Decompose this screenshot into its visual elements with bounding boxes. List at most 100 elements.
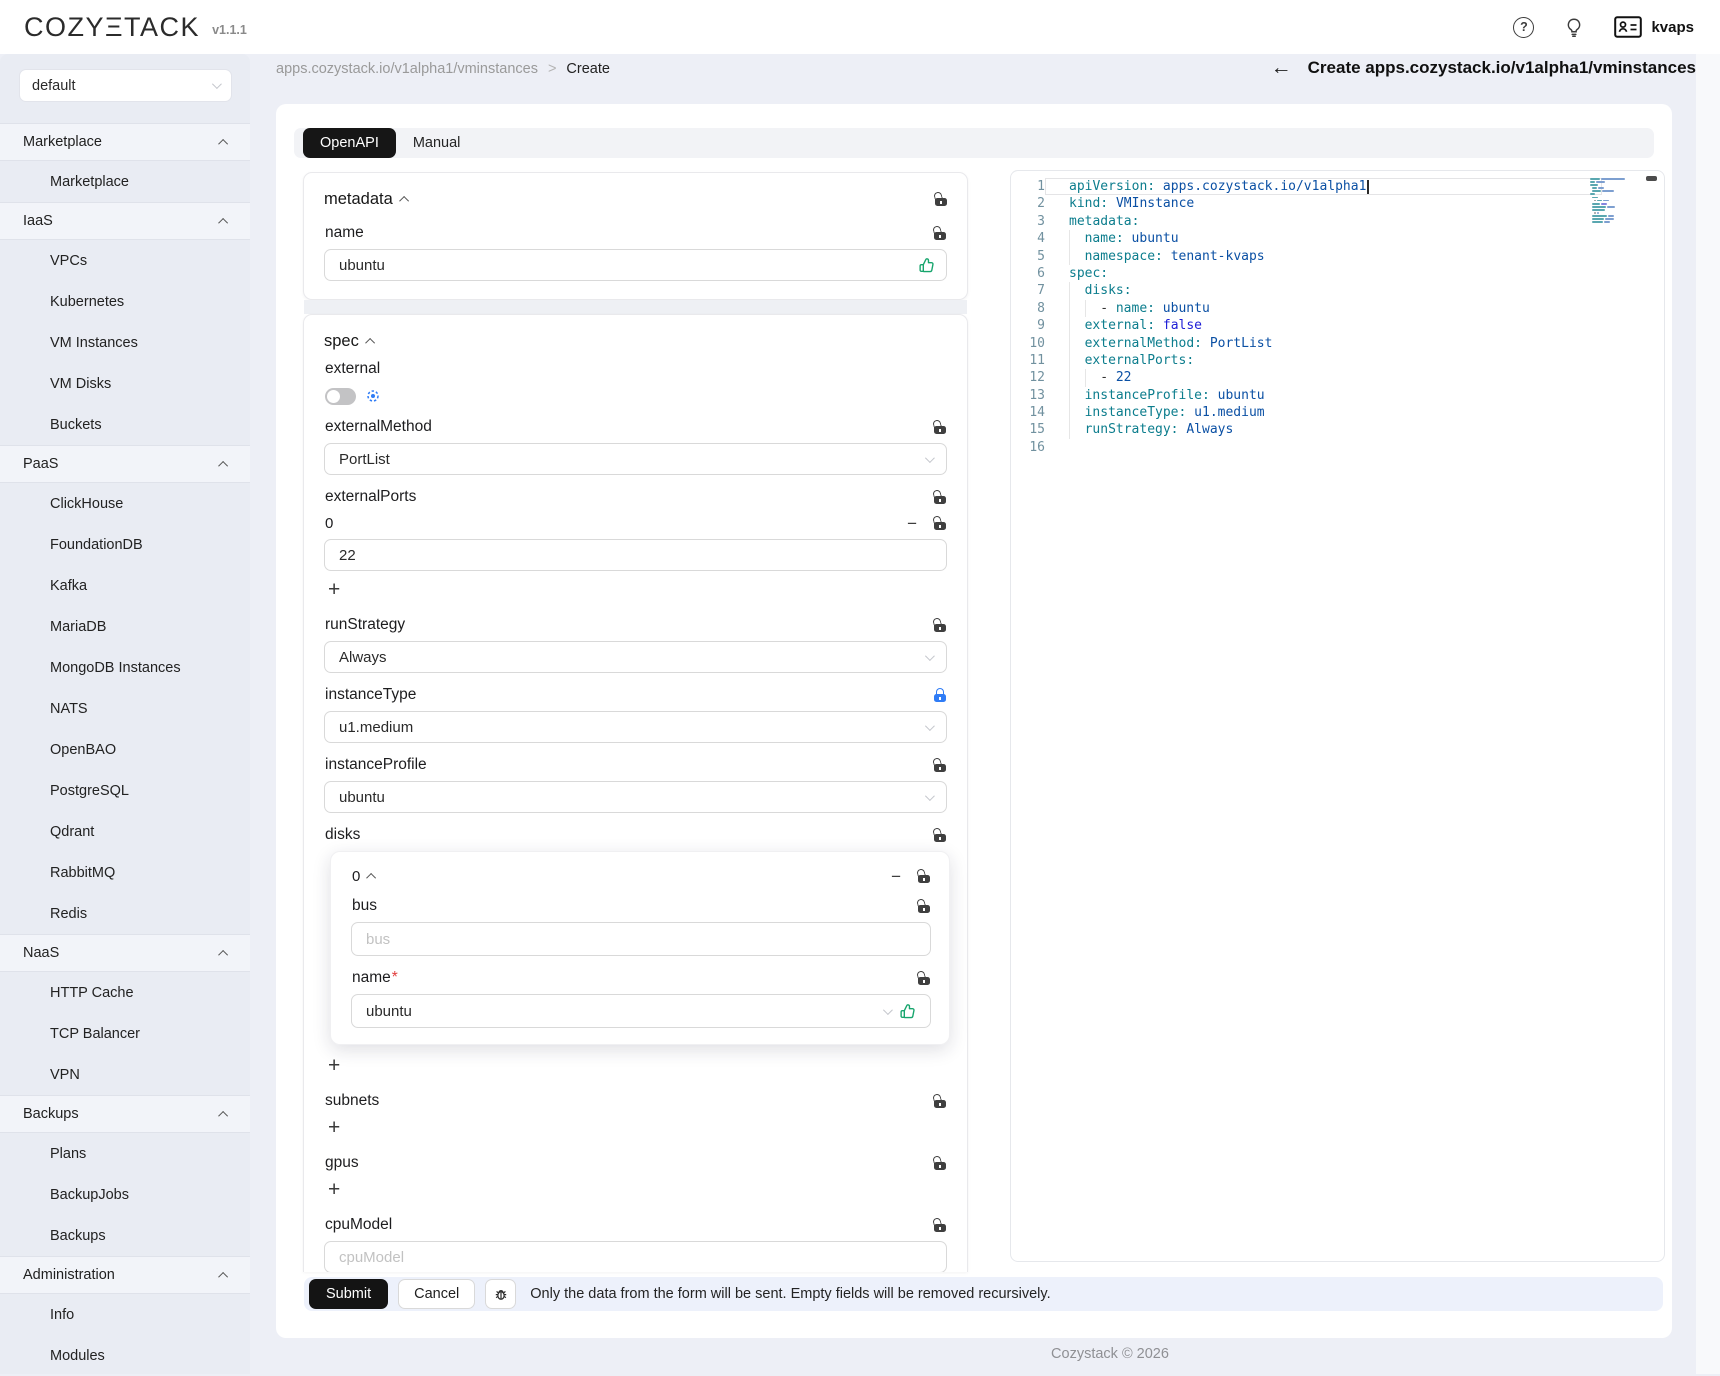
- sidebar-item-mariadb[interactable]: MariaDB: [0, 606, 250, 647]
- back-arrow-icon[interactable]: ←: [1271, 57, 1292, 78]
- sidebar-item-marketplace[interactable]: Marketplace: [0, 161, 250, 202]
- externalPorts-add-icon[interactable]: +: [328, 579, 348, 603]
- externalPorts-lock-icon[interactable]: [933, 490, 946, 504]
- editor-minimap[interactable]: [1590, 178, 1638, 228]
- subnets-add-icon[interactable]: +: [328, 1117, 348, 1141]
- yaml-editor[interactable]: 1apiVersion: apps.cozystack.io/v1alpha12…: [1010, 170, 1665, 1262]
- runStrategy-select[interactable]: Always: [324, 641, 947, 673]
- submit-button[interactable]: Submit: [309, 1279, 388, 1309]
- subnets-lock-icon[interactable]: [933, 1094, 946, 1108]
- sidebar-section-iaas[interactable]: IaaS: [0, 202, 250, 240]
- sidebar-item-backupjobs[interactable]: BackupJobs: [0, 1174, 250, 1215]
- sidebar-section-marketplace[interactable]: Marketplace: [0, 123, 250, 161]
- disk-name-select[interactable]: ubuntu: [351, 994, 931, 1028]
- disks-add-icon[interactable]: +: [328, 1055, 348, 1079]
- sidebar-item-vpn[interactable]: VPN: [0, 1054, 250, 1095]
- editor-line[interactable]: 12- 22: [1011, 369, 1664, 386]
- sidebar-item-plans[interactable]: Plans: [0, 1133, 250, 1174]
- remove-item-icon[interactable]: −: [891, 868, 901, 885]
- tab-manual[interactable]: Manual: [413, 135, 461, 151]
- editor-line[interactable]: 2kind: VMInstance: [1011, 195, 1664, 212]
- sidebar-item-vm-instances[interactable]: VM Instances: [0, 322, 250, 363]
- instanceType-locked-icon[interactable]: [933, 688, 946, 702]
- metadata-header[interactable]: metadata: [324, 187, 947, 211]
- editor-line[interactable]: 13instanceProfile: ubuntu: [1011, 387, 1664, 404]
- sidebar-item-nats[interactable]: NATS: [0, 688, 250, 729]
- cpuModel-lock-icon[interactable]: [933, 1218, 946, 1232]
- editor-line[interactable]: 15runStrategy: Always: [1011, 421, 1664, 438]
- cancel-button[interactable]: Cancel: [398, 1279, 475, 1309]
- sidebar-item-kubernetes[interactable]: Kubernetes: [0, 281, 250, 322]
- instanceProfile-select[interactable]: ubuntu: [324, 781, 947, 813]
- bus-lock-icon[interactable]: [917, 899, 930, 913]
- spec-header[interactable]: spec: [324, 329, 947, 353]
- page-scrollbar-track[interactable]: [1696, 54, 1720, 1374]
- runStrategy-lock-icon[interactable]: [933, 618, 946, 632]
- sidebar-item-foundationdb[interactable]: FoundationDB: [0, 524, 250, 565]
- sidebar-item-modules[interactable]: Modules: [0, 1335, 250, 1376]
- disks-item-header[interactable]: 0 −: [352, 866, 930, 886]
- tenant-select[interactable]: default: [19, 69, 232, 102]
- cpuModel-input[interactable]: [324, 1241, 947, 1272]
- metadata-lock-icon[interactable]: [934, 192, 947, 206]
- sidebar-item-clickhouse[interactable]: ClickHouse: [0, 483, 250, 524]
- help-icon[interactable]: ?: [1513, 17, 1534, 38]
- externalPorts-item-input[interactable]: [324, 539, 947, 571]
- sidebar-item-vpcs[interactable]: VPCs: [0, 240, 250, 281]
- sidebar-item-rabbitmq[interactable]: RabbitMQ: [0, 852, 250, 893]
- disks-item-lock-icon[interactable]: [917, 869, 930, 883]
- externalMethod-lock-icon[interactable]: [933, 420, 946, 434]
- sidebar-item-mongodb-instances[interactable]: MongoDB Instances: [0, 647, 250, 688]
- bus-input[interactable]: [351, 922, 931, 956]
- sidebar-item-vm-disks[interactable]: VM Disks: [0, 363, 250, 404]
- editor-line[interactable]: 14instanceType: u1.medium: [1011, 404, 1664, 421]
- sidebar-section-backups[interactable]: Backups: [0, 1095, 250, 1133]
- sidebar-item-tcp-balancer[interactable]: TCP Balancer: [0, 1013, 250, 1054]
- editor-line[interactable]: 9external: false: [1011, 317, 1664, 334]
- sidebar-section-paas[interactable]: PaaS: [0, 445, 250, 483]
- sidebar-item-openbao[interactable]: OpenBAO: [0, 729, 250, 770]
- editor-line[interactable]: 8- name: ubuntu: [1011, 300, 1664, 317]
- breadcrumb-resource[interactable]: apps.cozystack.io/v1alpha1/vminstances: [276, 61, 538, 77]
- editor-line[interactable]: 5namespace: tenant-kvaps: [1011, 248, 1664, 265]
- instanceType-select[interactable]: u1.medium: [324, 711, 947, 743]
- sidebar-section-administration[interactable]: Administration: [0, 1256, 250, 1294]
- externalPorts-item-lock-icon[interactable]: [933, 516, 946, 530]
- debug-button[interactable]: [485, 1279, 516, 1309]
- sidebar-item-backups[interactable]: Backups: [0, 1215, 250, 1256]
- disks-item-card: 0 − bus name*: [330, 851, 950, 1045]
- tab-openapi[interactable]: OpenAPI: [303, 128, 396, 158]
- editor-line[interactable]: 6spec:: [1011, 265, 1664, 282]
- sidebar-item-http-cache[interactable]: HTTP Cache: [0, 972, 250, 1013]
- sidebar-item-qdrant[interactable]: Qdrant: [0, 811, 250, 852]
- editor-scrollbar-thumb[interactable]: [1646, 176, 1657, 181]
- editor-line[interactable]: 16: [1011, 439, 1664, 456]
- external-toggle[interactable]: [325, 388, 356, 405]
- editor-line[interactable]: 7disks:: [1011, 282, 1664, 299]
- disks-lock-icon[interactable]: [933, 828, 946, 842]
- externalMethod-select[interactable]: PortList: [324, 443, 947, 475]
- editor-line[interactable]: 10externalMethod: PortList: [1011, 335, 1664, 352]
- editor-line[interactable]: 3metadata:: [1011, 213, 1664, 230]
- remove-item-icon[interactable]: −: [907, 515, 917, 532]
- disk-name-label: name: [352, 969, 391, 986]
- reset-default-icon[interactable]: [366, 389, 380, 403]
- name-lock-icon[interactable]: [933, 226, 946, 240]
- theme-bulb-icon[interactable]: [1564, 17, 1584, 38]
- editor-line[interactable]: 4name: ubuntu: [1011, 230, 1664, 247]
- editor-line[interactable]: 11externalPorts:: [1011, 352, 1664, 369]
- sidebar-item-kafka[interactable]: Kafka: [0, 565, 250, 606]
- sidebar-item-info[interactable]: Info: [0, 1294, 250, 1335]
- sidebar-item-redis[interactable]: Redis: [0, 893, 250, 934]
- instanceProfile-lock-icon[interactable]: [933, 758, 946, 772]
- gpus-add-icon[interactable]: +: [328, 1179, 348, 1203]
- metadata-name-input[interactable]: [324, 249, 947, 281]
- line-code: metadata:: [1045, 213, 1602, 230]
- user-menu[interactable]: kvaps: [1614, 16, 1694, 38]
- sidebar-item-buckets[interactable]: Buckets: [0, 404, 250, 445]
- disk-name-lock-icon[interactable]: [917, 971, 930, 985]
- editor-line[interactable]: 1apiVersion: apps.cozystack.io/v1alpha1: [1011, 178, 1664, 195]
- sidebar-item-postgresql[interactable]: PostgreSQL: [0, 770, 250, 811]
- sidebar-section-naas[interactable]: NaaS: [0, 934, 250, 972]
- gpus-lock-icon[interactable]: [933, 1156, 946, 1170]
